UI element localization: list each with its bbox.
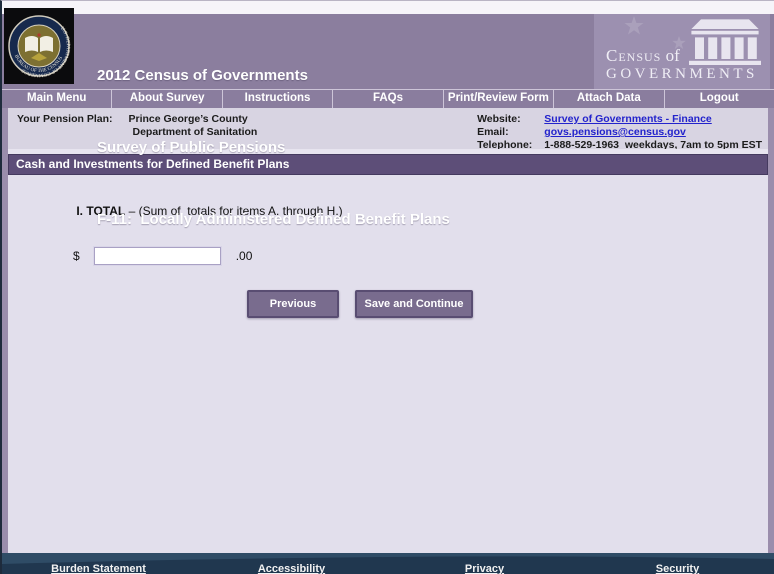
f11-survey-page: OMB No: 0607-0585 Approval Expires: 06/3… (0, 0, 774, 574)
email-label: Email: (477, 126, 509, 138)
title-line-survey: Survey of Public Pensions (97, 139, 286, 156)
survey-title-block: 2012 Census of Governments Survey of Pub… (97, 16, 450, 280)
wordmark-governments: GOVERNMENTS (606, 66, 758, 82)
accessibility-link[interactable]: Accessibility (258, 563, 325, 574)
census-governments-wordmark: Census of GOVERNMENTS (606, 46, 758, 83)
security-link[interactable]: Security (656, 563, 699, 574)
currency-symbol: $ (73, 249, 80, 263)
form-buttons-row: Previous Save and Continue (247, 290, 768, 318)
privacy-link[interactable]: Privacy (465, 563, 504, 574)
nav-logout[interactable]: Logout (663, 90, 774, 108)
page-footer: Burden Statement Accessibility Privacy S… (2, 553, 774, 574)
wordmark-of: of (661, 46, 680, 65)
nav-main-menu[interactable]: Main Menu (2, 90, 111, 108)
title-line-census: 2012 Census of Governments (97, 67, 308, 84)
commerce-seal-icon: U.S. DEPARTMENT OF COMMERCE BUREAU OF TH… (8, 15, 70, 77)
website-link[interactable]: Survey of Governments - Finance (544, 113, 762, 126)
title-line-form: F-11: Locally Administered Defined Benef… (97, 211, 450, 228)
right-purple-rail (768, 108, 774, 553)
email-link[interactable]: govs.pensions@census.gov (544, 126, 762, 139)
nav-print-review-form[interactable]: Print/Review Form (442, 90, 553, 108)
census-of-governments-logo: Census of GOVERNMENTS (594, 14, 770, 89)
star-decoration-icon (624, 16, 644, 35)
wordmark-census: Census (606, 46, 662, 65)
commerce-census-seal-logo: U.S. DEPARTMENT OF COMMERCE BUREAU OF TH… (4, 8, 74, 84)
page-header: U.S. DEPARTMENT OF COMMERCE BUREAU OF TH… (2, 8, 774, 228)
website-label: Website: (477, 113, 521, 125)
omb-approval-bar: OMB No: 0607-0585 Approval Expires: 06/3… (2, 1, 774, 24)
contact-block: Website: Survey of Governments - Finance… (477, 113, 762, 151)
nav-attach-data[interactable]: Attach Data (553, 90, 663, 108)
save-and-continue-button[interactable]: Save and Continue (355, 290, 473, 318)
burden-statement-link[interactable]: Burden Statement (51, 563, 146, 574)
previous-button[interactable]: Previous (247, 290, 339, 318)
